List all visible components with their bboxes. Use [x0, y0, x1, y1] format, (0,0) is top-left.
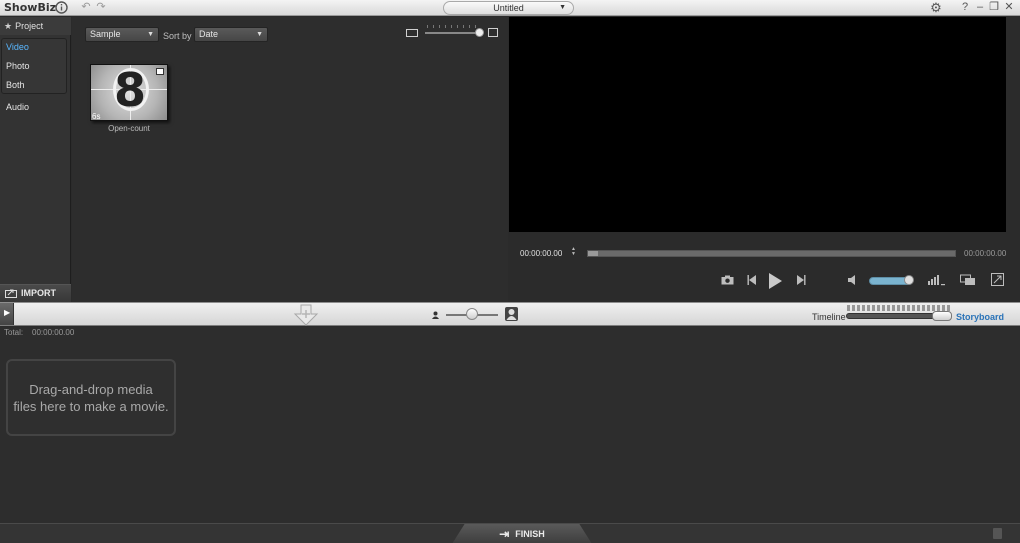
export-arrow-icon: ⇥ [499, 527, 510, 541]
clip-duration: 6s [92, 112, 101, 121]
sort-dropdown[interactable]: Date ▼ [194, 27, 268, 42]
thumbnail-large-icon[interactable] [488, 28, 498, 37]
media-drop-zone[interactable]: Drag-and-drop media files here to make a… [6, 359, 176, 436]
import-button[interactable]: IMPORT [0, 284, 71, 302]
time-stepper-icon[interactable]: ▲ ▼ [571, 247, 576, 257]
thumbnail-small-icon[interactable] [406, 29, 418, 37]
dual-monitor-icon[interactable] [960, 274, 976, 289]
storyboard-toolbar: ▶ Timeline Storyboard [0, 302, 1020, 326]
title-bar: ShowBiz ↶ ↷ Untitled ▼ ⚙ ? – ❐ ✕ [0, 0, 1020, 16]
media-sidebar: ★ Project Video Photo Both Audio IMPORT [0, 17, 71, 302]
showbiz-window: ShowBiz ↶ ↷ Untitled ▼ ⚙ ? – ❐ ✕ ★ Projec… [0, 0, 1020, 543]
mode-switch-knob[interactable] [932, 311, 952, 321]
restore-icon[interactable]: ❐ [987, 1, 1001, 14]
previous-frame-icon[interactable] [747, 274, 758, 289]
video-preview[interactable] [509, 17, 1006, 232]
storyboard-area: Total: 00:00:00.00 Drag-and-drop media f… [0, 327, 1020, 523]
clip-overlay-icon [156, 68, 164, 75]
chevron-down-icon: ▼ [256, 31, 263, 38]
thumbnail-size-slider[interactable] [425, 32, 481, 34]
sidebar-item-photo[interactable]: Photo [6, 61, 30, 71]
sort-by-label: Sort by [163, 31, 192, 41]
project-title-dropdown[interactable]: Untitled ▼ [443, 1, 574, 15]
chevron-down-icon: ▼ [559, 4, 566, 11]
snapshot-icon[interactable] [721, 275, 734, 288]
app-name: ShowBiz [4, 1, 57, 14]
info-icon[interactable] [54, 1, 68, 14]
sidebar-item-project[interactable]: ★ Project [0, 17, 71, 35]
bottom-bar: ⇥ FINISH [0, 523, 1020, 543]
sidebar-project-label: Project [15, 21, 44, 31]
storyboard-mode-label[interactable]: Storyboard [956, 312, 1004, 322]
star-icon: ★ [4, 21, 13, 31]
import-icon [5, 289, 17, 298]
preview-panel: 00:00:00.00 ▲ ▼ 00:00:00.00 [509, 17, 1020, 302]
finish-button[interactable]: ⇥ FINISH [452, 524, 592, 543]
scrubber-handle[interactable] [588, 251, 598, 256]
sidebar-item-video[interactable]: Video [6, 42, 29, 52]
playback-scrubber[interactable] [587, 250, 956, 257]
sort-value: Date [199, 29, 219, 39]
next-frame-icon[interactable] [795, 274, 806, 289]
storyboard-zoom-thumb[interactable] [466, 308, 478, 320]
import-label: IMPORT [21, 288, 56, 298]
chevron-right-icon: ▶ [4, 308, 11, 317]
project-title: Untitled [493, 3, 524, 13]
total-time: 00:00:00.00 [964, 249, 1007, 258]
chevron-down-icon: ▼ [147, 31, 154, 38]
fullscreen-icon[interactable] [991, 273, 1004, 289]
play-icon[interactable] [769, 273, 782, 289]
undo-icon[interactable]: ↶ [79, 1, 93, 14]
current-time: 00:00:00.00 [520, 249, 563, 258]
media-library: Sample ▼ Sort by Date ▼ 8 6s Open-count [72, 17, 508, 302]
speaker-icon[interactable] [847, 274, 860, 289]
total-label: Total: [4, 328, 24, 337]
clip-name: Open-count [108, 124, 150, 133]
gear-icon[interactable]: ⚙ [929, 1, 943, 14]
zoom-out-person-icon[interactable] [431, 311, 440, 322]
finish-label: FINISH [515, 529, 545, 539]
redo-icon[interactable]: ↷ [94, 1, 108, 14]
drop-media-arrow-icon [293, 304, 319, 326]
zoom-in-person-icon[interactable] [505, 307, 518, 321]
drop-hint-text: Drag-and-drop media files here to make a… [13, 381, 169, 414]
timeline-mode-label[interactable]: Timeline [812, 312, 846, 322]
collection-dropdown[interactable]: Sample ▼ [85, 27, 159, 42]
collection-value: Sample [90, 29, 121, 39]
media-clip-thumbnail[interactable]: 8 6s [90, 64, 168, 121]
minimize-icon[interactable]: – [973, 1, 987, 14]
sidebar-item-audio[interactable]: Audio [6, 102, 29, 112]
thumbnail-size-ticks [427, 25, 477, 28]
help-button[interactable]: ? [958, 1, 972, 14]
total-duration: 00:00:00.00 [32, 328, 75, 337]
audio-levels-icon[interactable] [927, 274, 947, 289]
trash-icon[interactable] [993, 528, 1002, 539]
close-icon[interactable]: ✕ [1002, 1, 1016, 14]
thumbnail-size-slider-thumb[interactable] [475, 28, 484, 37]
expand-panel-tab[interactable]: ▶ [0, 303, 14, 325]
volume-slider-thumb[interactable] [904, 275, 914, 285]
sidebar-item-both[interactable]: Both [6, 80, 25, 90]
